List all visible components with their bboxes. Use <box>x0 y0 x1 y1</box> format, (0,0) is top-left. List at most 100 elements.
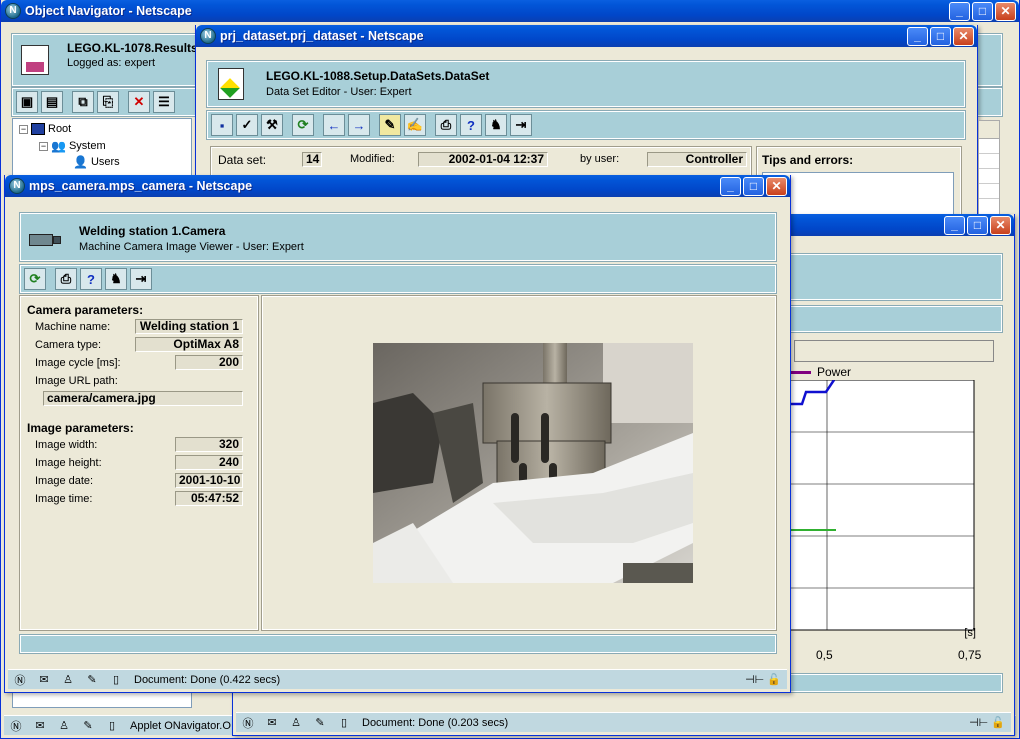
arrow-left-icon[interactable]: ← <box>323 114 345 136</box>
netscape-status-icon[interactable]: Ⓝ <box>240 716 256 730</box>
byuser-label: by user: <box>580 153 620 165</box>
image-cycle-label: Image cycle [ms]: <box>35 357 121 369</box>
composer-icon[interactable]: ✎ <box>312 716 328 730</box>
unit-label: [s] <box>964 627 976 639</box>
refresh-icon[interactable]: ⟳ <box>292 114 314 136</box>
chart-statusbar: Ⓝ ✉ ♙ ✎ ▯ Document: Done (0.203 secs) ⊣⊢… <box>236 712 1011 732</box>
address-book-icon[interactable]: ▯ <box>336 716 352 730</box>
legend-power: Power <box>817 365 852 379</box>
camera-image <box>373 343 693 583</box>
image-url-label: Image URL path: <box>35 375 118 387</box>
modified-label: Modified: <box>350 153 395 165</box>
maximize-button[interactable]: □ <box>743 177 764 196</box>
minimize-button[interactable]: _ <box>720 177 741 196</box>
edit-list-icon[interactable]: ✍ <box>404 114 426 136</box>
open-icon[interactable]: ▣ <box>16 91 38 113</box>
netscape-status-icon[interactable]: Ⓝ <box>8 719 24 733</box>
document-icon[interactable]: ▤ <box>41 91 63 113</box>
maximize-button[interactable]: □ <box>972 2 993 21</box>
mail-icon[interactable]: ✉ <box>264 716 280 730</box>
legend-swatch <box>791 370 811 374</box>
maximize-button[interactable]: □ <box>967 216 988 235</box>
minimize-button[interactable]: _ <box>944 216 965 235</box>
tools-icon[interactable]: ⚒ <box>261 114 283 136</box>
tree-label: Users <box>90 156 120 168</box>
help-icon[interactable]: ? <box>80 268 102 290</box>
composer-icon[interactable]: ✎ <box>84 673 100 687</box>
window-title: mps_camera.mps_camera - Netscape <box>29 179 253 193</box>
camera-section-title: Camera parameters: <box>27 303 144 317</box>
close-button[interactable]: ✕ <box>990 216 1011 235</box>
x-tick-05: 0,5 <box>816 648 833 662</box>
copy-icon[interactable]: ⧉ <box>72 91 94 113</box>
object-navigator-titlebar[interactable]: N Object Navigator - Netscape _ □ ✕ <box>1 0 1019 22</box>
save-icon[interactable]: ▪ <box>211 114 233 136</box>
paste-icon[interactable]: ⎘ <box>97 91 119 113</box>
instant-message-icon[interactable]: ♙ <box>56 719 72 733</box>
camera-header-title: Welding station 1.Camera <box>79 224 226 238</box>
close-button[interactable]: ✕ <box>953 27 974 46</box>
tree-item-root[interactable]: − Root <box>19 123 71 135</box>
properties-icon[interactable]: ☰ <box>153 91 175 113</box>
composer-icon[interactable]: ✎ <box>80 719 96 733</box>
edit-icon[interactable]: ✎ <box>379 114 401 136</box>
floppy-icon <box>21 45 49 75</box>
minimize-button[interactable]: _ <box>949 2 970 21</box>
mail-icon[interactable]: ✉ <box>36 673 52 687</box>
minimize-button[interactable]: _ <box>907 27 928 46</box>
tree-item-users[interactable]: 👤 Users <box>73 155 120 169</box>
camera-footer <box>19 634 777 654</box>
image-section-title: Image parameters: <box>27 421 134 435</box>
computer-icon <box>31 123 45 135</box>
close-button[interactable]: ✕ <box>766 177 787 196</box>
status-text: Applet ONavigator.O <box>130 719 231 732</box>
camera-window: N mps_camera.mps_camera - Netscape _ □ ✕… <box>4 175 791 693</box>
arrow-right-icon[interactable]: → <box>348 114 370 136</box>
address-book-icon[interactable]: ▯ <box>108 673 124 687</box>
tree-item-system[interactable]: − 👥 System <box>39 139 106 153</box>
nav-header-title: LEGO.KL-1078.Results <box>67 41 198 55</box>
netscape-icon: N <box>5 3 21 19</box>
camera-toolbar: ⟳ ⎙ ? ♞ ⇥ <box>19 264 777 294</box>
camera-statusbar: Ⓝ ✉ ♙ ✎ ▯ Document: Done (0.422 secs) ⊣⊢… <box>8 669 787 689</box>
instant-message-icon[interactable]: ♙ <box>288 716 304 730</box>
camera-type-field: OptiMax A8 <box>135 337 243 352</box>
exit-icon[interactable]: ⇥ <box>510 114 532 136</box>
help-icon[interactable]: ? <box>460 114 482 136</box>
image-date-field: 2001-10-10 <box>175 473 243 488</box>
netscape-icon: N <box>200 28 216 44</box>
connection-icon: ⊣⊢ 🔓 <box>745 674 781 686</box>
image-cycle-field: 200 <box>175 355 243 370</box>
check-icon[interactable]: ✓ <box>236 114 258 136</box>
print-icon[interactable]: ⎙ <box>55 268 77 290</box>
close-button[interactable]: ✕ <box>995 2 1016 21</box>
status-text: Document: Done (0.203 secs) <box>362 716 509 729</box>
netscape-status-icon[interactable]: Ⓝ <box>12 673 28 687</box>
print-icon[interactable]: ⎙ <box>435 114 457 136</box>
machine-name-field: Welding station 1 <box>135 319 243 334</box>
netscape-icon: N <box>9 178 25 194</box>
byuser-field: Controller <box>647 152 747 167</box>
user-tip-icon[interactable]: ♞ <box>105 268 127 290</box>
camera-titlebar[interactable]: N mps_camera.mps_camera - Netscape _ □ ✕ <box>5 175 790 197</box>
delete-icon[interactable]: ✕ <box>128 91 150 113</box>
address-book-icon[interactable]: ▯ <box>104 719 120 733</box>
maximize-button[interactable]: □ <box>930 27 951 46</box>
exit-icon[interactable]: ⇥ <box>130 268 152 290</box>
image-width-label: Image width: <box>35 439 98 451</box>
dataset-titlebar[interactable]: N prj_dataset.prj_dataset - Netscape _ □… <box>196 25 977 47</box>
image-time-label: Image time: <box>35 493 93 505</box>
chart-combo[interactable] <box>794 340 994 362</box>
image-date-label: Image date: <box>35 475 94 487</box>
dataset-toolbar: ▪ ✓ ⚒ ⟳ ← → ✎ ✍ ⎙ ? ♞ ⇥ <box>206 110 966 140</box>
refresh-icon[interactable]: ⟳ <box>24 268 46 290</box>
instant-message-icon[interactable]: ♙ <box>60 673 76 687</box>
image-height-label: Image height: <box>35 457 102 469</box>
image-panel <box>261 295 777 631</box>
mail-icon[interactable]: ✉ <box>32 719 48 733</box>
dataset-header-title: LEGO.KL-1088.Setup.DataSets.DataSet <box>266 69 490 83</box>
group-icon: 👥 <box>51 139 66 153</box>
image-height-field: 240 <box>175 455 243 470</box>
camera-header: Welding station 1.Camera Machine Camera … <box>19 212 777 262</box>
user-tip-icon[interactable]: ♞ <box>485 114 507 136</box>
